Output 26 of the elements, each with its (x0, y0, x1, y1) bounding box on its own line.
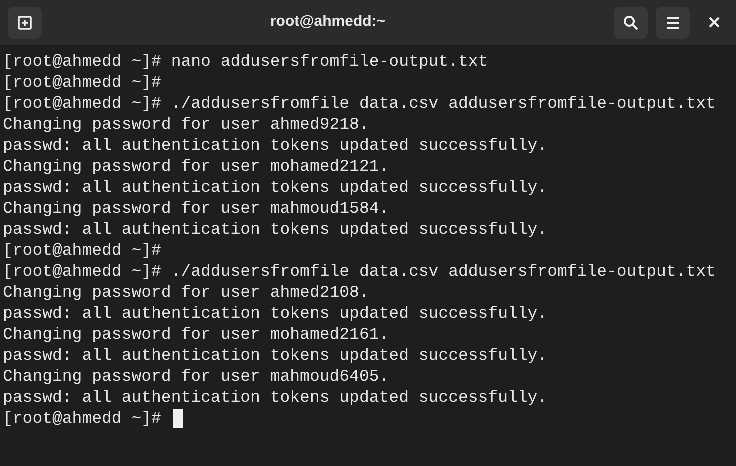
terminal-line: [root@ahmedd ~]# (3, 72, 162, 93)
terminal-line: [root@ahmedd ~]# ./addusersfromfile data.csv addusersfromfile-output.txt (3, 261, 716, 282)
terminal-line: [root@ahmedd ~]# ./addusersfromfile data.csv addusersfromfile-output.txt (3, 93, 716, 114)
terminal-line: Changing password for user mohamed2121. (3, 156, 390, 177)
terminal-line: passwd: all authentication tokens updated successfully. (3, 345, 548, 366)
new-tab-icon (17, 14, 33, 30)
terminal-line: [root@ahmedd ~]# (3, 240, 162, 261)
terminal-line: passwd: all authentication tokens updated successfully. (3, 177, 548, 198)
terminal-line: passwd: all authentication tokens updated successfully. (3, 387, 548, 408)
terminal-line: Changing password for user ahmed2108. (3, 282, 370, 303)
window-title: root@ahmedd:~ (270, 12, 386, 32)
menu-icon (666, 16, 680, 28)
search-button[interactable] (614, 6, 648, 38)
terminal-line: Changing password for user ahmed9218. (3, 114, 370, 135)
terminal-line: [root@ahmedd ~]# nano addusersfromfile-output.txt (3, 51, 488, 72)
terminal-line: Changing password for user mahmoud6405. (3, 366, 390, 387)
close-icon (708, 17, 720, 28)
terminal-line: Changing password for user mahmoud1584. (3, 198, 390, 219)
search-icon (623, 14, 639, 30)
terminal-line: passwd: all authentication tokens updated successfully. (3, 135, 548, 156)
terminal-line: passwd: all authentication tokens updated successfully. (3, 219, 548, 240)
new-tab-button[interactable] (8, 6, 42, 38)
terminal-line: Changing password for user mohamed2161. (3, 324, 390, 345)
menu-button[interactable] (656, 6, 690, 38)
terminal-line: passwd: all authentication tokens updated successfully. (3, 303, 548, 324)
terminal-line: [root@ahmedd ~]# (3, 408, 162, 429)
